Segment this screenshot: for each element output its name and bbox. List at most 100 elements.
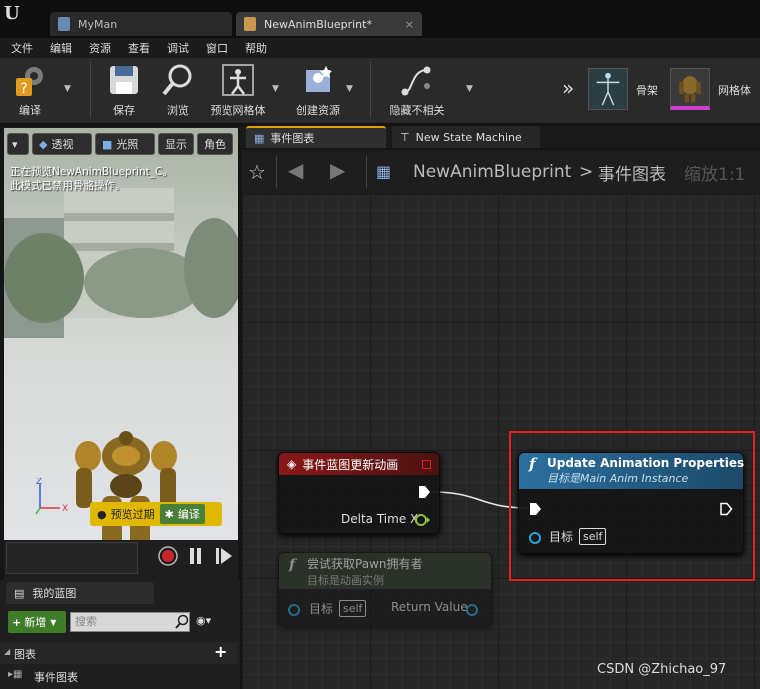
perspective-button[interactable]: ◆ 透视 (32, 133, 92, 155)
unreal-logo-icon[interactable]: U (4, 3, 26, 25)
menu-view[interactable]: 查看 (117, 40, 156, 56)
plus-icon: + (12, 615, 22, 629)
chevron-down-icon: ▼ (50, 617, 57, 627)
compile-button[interactable]: ? 编译 (6, 62, 54, 120)
annotation-highlight-box (509, 431, 755, 581)
compile-gear-icon: ? (16, 67, 43, 97)
close-tab-icon[interactable]: × (405, 18, 414, 31)
event-graph-icon: ▦ (254, 131, 265, 145)
create-asset-button[interactable]: 创建资源 (292, 62, 344, 120)
menu-window[interactable]: 窗口 (195, 40, 234, 56)
lit-cube-icon: ■ (102, 137, 113, 151)
return-value-pin-label: Return Value (391, 600, 468, 614)
node-header: 尝试获取Pawn拥有者 目标是动画实例 (279, 553, 491, 589)
lit-button[interactable]: ■ 光照 (95, 133, 155, 155)
graphs-label: 图表 (14, 648, 36, 661)
watermark-text: CSDN @Zhichao_97 (597, 662, 727, 677)
viewport-options-dropdown-icon[interactable]: ▾ (7, 133, 29, 155)
pause-icon[interactable] (190, 548, 201, 564)
toolbar: ? 编译 ▼ 保存 浏览 预览网格体 ▼ 创建资源 ▼ 隐藏不相关 ▼ » 骨架… (0, 58, 760, 124)
save-button[interactable]: 保存 (102, 62, 146, 120)
browse-button[interactable]: 浏览 (156, 62, 200, 120)
separator (276, 156, 277, 188)
hide-unrelated-button[interactable]: 隐藏不相关 (386, 62, 448, 120)
save-disk-icon (110, 66, 138, 94)
blueprint-search-input[interactable]: 搜索 (70, 612, 190, 632)
self-default-value[interactable]: self (339, 600, 367, 617)
eye-icon: ● (97, 507, 107, 521)
exec-out-pin-icon[interactable] (417, 485, 431, 499)
show-button[interactable]: 显示 (158, 133, 194, 155)
create-asset-icon (306, 66, 332, 92)
playback-controls (158, 546, 232, 566)
mesh-label: 网格体 (718, 84, 751, 97)
tab-label: MyMan (78, 17, 118, 31)
perspective-label: 透视 (51, 138, 74, 151)
hide-unrelated-icon (401, 66, 431, 96)
menu-edit[interactable]: 编辑 (39, 40, 78, 56)
toolbar-separator (90, 62, 91, 118)
create-asset-caret-icon[interactable]: ▼ (346, 84, 353, 94)
preview-stale-label: 预览过期 (110, 508, 155, 521)
preview-mesh-caret-icon[interactable]: ▼ (272, 84, 279, 94)
graphs-section-header[interactable]: ◢ 图表 + (0, 642, 238, 664)
character-button[interactable]: 角色 (197, 133, 233, 155)
preview-mesh-button[interactable]: 预览网格体 (206, 62, 270, 120)
forward-arrow-icon[interactable]: ▶ (330, 158, 345, 182)
menu-help[interactable]: 帮助 (234, 40, 273, 56)
timeline-field[interactable] (6, 542, 138, 574)
anim-blueprint-icon (244, 17, 256, 31)
breadcrumb-separator: > (579, 162, 594, 182)
favorite-star-icon[interactable]: ☆ (248, 160, 266, 184)
compile-options-caret-icon[interactable]: ▼ (64, 84, 71, 94)
object-in-pin-icon[interactable] (287, 603, 303, 617)
menu-debug[interactable]: 调试 (156, 40, 195, 56)
zoom-level: 缩放1:1 (684, 165, 746, 185)
node-title: 事件蓝图更新动画 (302, 457, 399, 472)
graph-tabs-bar: ▦ 事件图表 ⊤ New State Machine (240, 126, 760, 148)
delegate-pin-icon[interactable] (422, 459, 431, 469)
toolbar-separator (370, 62, 371, 118)
breadcrumb-root[interactable]: NewAnimBlueprint (413, 162, 571, 182)
hide-unrelated-caret-icon[interactable]: ▼ (466, 84, 473, 94)
add-new-button[interactable]: + 新增 ▼ (8, 611, 66, 633)
back-arrow-icon[interactable]: ◀ (288, 158, 303, 182)
visibility-eye-icon[interactable]: ◉▾ (196, 614, 211, 627)
info-line-1: 正在预览NewAnimBlueprint_C。 (10, 166, 173, 178)
svg-text:X: X (62, 504, 68, 514)
breadcrumb-current[interactable]: 事件图表 (598, 160, 666, 185)
graph-icon: ▸▦ (8, 669, 23, 680)
title-bar: U MyMan NewAnimBlueprint* × (0, 0, 760, 38)
viewport-compile-label: 编译 (177, 508, 200, 521)
object-out-pin-icon[interactable] (465, 603, 481, 617)
tab-newanimblueprint[interactable]: NewAnimBlueprint* × (236, 12, 422, 36)
step-forward-icon[interactable] (216, 548, 232, 564)
tab-new-state-machine[interactable]: ⊤ New State Machine (392, 126, 540, 148)
viewport-compile-button[interactable]: ✱ 编译 (159, 504, 205, 524)
try-get-pawn-owner-node[interactable]: 尝试获取Pawn拥有者 目标是动画实例 f 目标 self Return Val… (278, 552, 492, 626)
node-title: 尝试获取Pawn拥有者 (307, 556, 423, 571)
tab-state-machine-label: New State Machine (415, 130, 522, 144)
toolbar-overflow-icon[interactable]: » (562, 76, 574, 100)
float-pin-icon[interactable] (415, 513, 431, 527)
menu-bar: 文件 编辑 资源 查看 调试 窗口 帮助 (0, 38, 760, 58)
search-icon (175, 614, 189, 629)
tab-myman[interactable]: MyMan (50, 12, 232, 36)
event-blueprint-update-node[interactable]: ◈ 事件蓝图更新动画 Delta Time X (278, 452, 440, 534)
tab-event-graph[interactable]: ▦ 事件图表 (246, 126, 386, 148)
book-icon: ▤ (14, 586, 25, 600)
mesh-thumbnail[interactable] (670, 68, 710, 110)
event-graph-item[interactable]: ▸▦ 事件图表 (8, 666, 238, 686)
delta-time-pin-label: Delta Time X (341, 512, 419, 526)
preview-stale-button[interactable]: ● 预览过期 (92, 504, 160, 524)
robot-mesh-icon (679, 76, 701, 103)
record-icon[interactable] (158, 546, 178, 566)
lit-label: 光照 (116, 138, 139, 151)
hide-unrelated-label: 隐藏不相关 (389, 104, 445, 117)
skeleton-thumbnail[interactable] (588, 68, 628, 110)
my-blueprint-tab[interactable]: ▤ 我的蓝图 (6, 582, 154, 604)
menu-file[interactable]: 文件 (0, 40, 39, 56)
menu-asset[interactable]: 资源 (78, 40, 117, 56)
add-graph-icon[interactable]: + (214, 642, 227, 661)
separator (366, 156, 367, 188)
